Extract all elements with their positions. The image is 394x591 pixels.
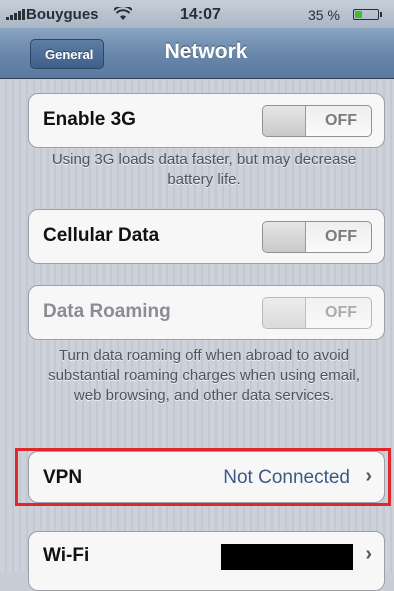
enable-3g-note: Using 3G loads data faster, but may decr… [51,151,357,188]
data-roaming-toggle[interactable]: OFF [262,297,372,329]
vpn-highlight-box [15,448,391,506]
battery-icon [353,9,382,20]
carrier-name: Bouygues [26,6,99,23]
navigation-bar: General Network [0,28,394,79]
status-bar: Bouygues 14:07 35 % [0,0,394,28]
toggle-knob [263,298,306,328]
toggle-state: OFF [325,304,357,321]
toggle-knob [263,106,306,136]
cellular-data-row: Cellular Data OFF [28,209,385,264]
clock: 14:07 [180,6,221,23]
data-roaming-label: Data Roaming [43,301,171,322]
roaming-note: Turn data roaming off when abroad to avo… [48,347,360,404]
data-roaming-row: Data Roaming OFF [28,285,385,340]
battery-percentage: 35 % [308,7,340,23]
wifi-row[interactable]: Wi-Fi › [28,531,385,591]
toggle-state: OFF [325,112,357,129]
wifi-icon [113,5,133,24]
enable-3g-label: Enable 3G [43,109,136,130]
enable-3g-toggle[interactable]: OFF [262,105,372,137]
chevron-right-icon: › [365,543,372,565]
toggle-state: OFF [325,228,357,245]
page-title: Network [164,40,248,63]
signal-bars-icon [6,9,25,20]
toggle-knob [263,222,306,252]
cellular-data-label: Cellular Data [43,225,160,246]
cellular-data-toggle[interactable]: OFF [262,221,372,253]
enable-3g-row: Enable 3G OFF [28,93,385,148]
redacted-network-name [221,544,353,570]
wifi-label: Wi-Fi [43,545,90,566]
